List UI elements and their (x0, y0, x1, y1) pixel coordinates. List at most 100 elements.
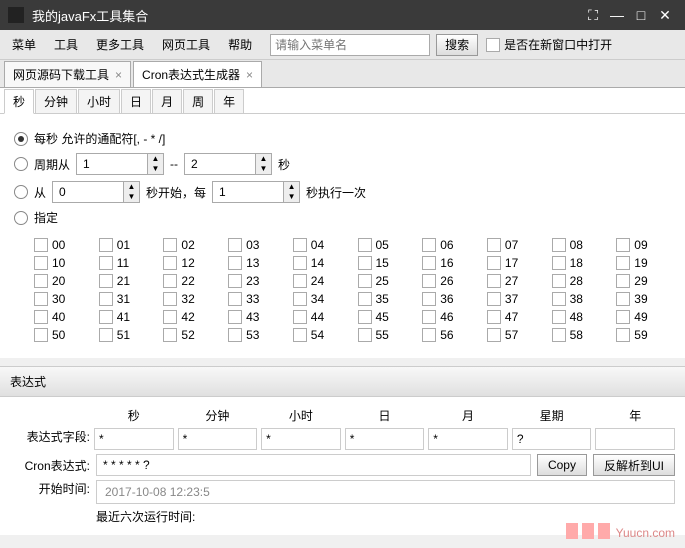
second-checkbox-18[interactable]: 18 (552, 256, 607, 270)
second-checkbox-07[interactable]: 07 (487, 238, 542, 252)
checkbox-icon[interactable] (358, 238, 372, 252)
subtab-week[interactable]: 周 (183, 89, 213, 113)
second-checkbox-17[interactable]: 17 (487, 256, 542, 270)
checkbox-icon[interactable] (34, 310, 48, 324)
checkbox-icon[interactable] (293, 328, 307, 342)
maximize-icon[interactable]: □ (629, 7, 653, 23)
cycle-to-spinner[interactable]: ▲▼ (184, 153, 272, 175)
second-checkbox-58[interactable]: 58 (552, 328, 607, 342)
newwindow-checkbox[interactable]: 是否在新窗口中打开 (486, 36, 612, 53)
second-checkbox-20[interactable]: 20 (34, 274, 89, 288)
checkbox-icon[interactable] (552, 238, 566, 252)
checkbox-icon[interactable] (228, 292, 242, 306)
checkbox-icon[interactable] (99, 310, 113, 324)
second-checkbox-19[interactable]: 19 (616, 256, 671, 270)
second-checkbox-28[interactable]: 28 (552, 274, 607, 288)
second-checkbox-45[interactable]: 45 (358, 310, 413, 324)
tab-close-icon[interactable]: × (115, 68, 122, 82)
menu-search-input[interactable] (270, 34, 430, 56)
interval-step-spinner[interactable]: ▲▼ (212, 181, 300, 203)
checkbox-icon[interactable] (163, 238, 177, 252)
down-icon[interactable]: ▼ (124, 192, 139, 202)
checkbox-icon[interactable] (358, 292, 372, 306)
up-icon[interactable]: ▲ (148, 154, 163, 164)
checkbox-icon[interactable] (358, 256, 372, 270)
second-checkbox-14[interactable]: 14 (293, 256, 348, 270)
checkbox-icon[interactable] (34, 328, 48, 342)
subtab-minute[interactable]: 分钟 (35, 89, 77, 113)
cron-expression-input[interactable] (96, 454, 531, 476)
checkbox-icon[interactable] (228, 274, 242, 288)
menu-item[interactable]: 网页工具 (154, 32, 218, 57)
menu-item[interactable]: 工具 (46, 32, 86, 57)
second-checkbox-02[interactable]: 02 (163, 238, 218, 252)
checkbox-icon[interactable] (552, 310, 566, 324)
second-checkbox-22[interactable]: 22 (163, 274, 218, 288)
checkbox-icon[interactable] (293, 310, 307, 324)
tab-download[interactable]: 网页源码下载工具 × (4, 61, 131, 87)
second-checkbox-27[interactable]: 27 (487, 274, 542, 288)
field-second[interactable] (94, 428, 174, 450)
second-checkbox-01[interactable]: 01 (99, 238, 154, 252)
second-checkbox-24[interactable]: 24 (293, 274, 348, 288)
subtab-day[interactable]: 日 (121, 89, 151, 113)
subtab-hour[interactable]: 小时 (78, 89, 120, 113)
checkbox-icon[interactable] (228, 328, 242, 342)
checkbox-icon[interactable] (616, 274, 630, 288)
second-checkbox-15[interactable]: 15 (358, 256, 413, 270)
subtab-second[interactable]: 秒 (4, 89, 34, 114)
radio-specify[interactable] (14, 211, 28, 225)
second-checkbox-00[interactable]: 00 (34, 238, 89, 252)
checkbox-icon[interactable] (616, 292, 630, 306)
second-checkbox-44[interactable]: 44 (293, 310, 348, 324)
second-checkbox-23[interactable]: 23 (228, 274, 283, 288)
checkbox-icon[interactable] (99, 274, 113, 288)
second-checkbox-47[interactable]: 47 (487, 310, 542, 324)
checkbox-icon[interactable] (487, 328, 501, 342)
checkbox-icon[interactable] (228, 256, 242, 270)
checkbox-icon[interactable] (487, 274, 501, 288)
second-checkbox-13[interactable]: 13 (228, 256, 283, 270)
checkbox-icon[interactable] (34, 256, 48, 270)
checkbox-icon[interactable] (358, 310, 372, 324)
menu-item[interactable]: 更多工具 (88, 32, 152, 57)
second-checkbox-21[interactable]: 21 (99, 274, 154, 288)
checkbox-icon[interactable] (293, 274, 307, 288)
checkbox-icon[interactable] (616, 328, 630, 342)
checkbox-icon[interactable] (616, 238, 630, 252)
checkbox-icon[interactable] (552, 292, 566, 306)
checkbox-icon[interactable] (163, 292, 177, 306)
expand-icon[interactable]: ⛶ (581, 7, 605, 24)
parse-button[interactable]: 反解析到UI (593, 454, 675, 476)
second-checkbox-55[interactable]: 55 (358, 328, 413, 342)
second-checkbox-16[interactable]: 16 (422, 256, 477, 270)
checkbox-icon[interactable] (34, 292, 48, 306)
second-checkbox-59[interactable]: 59 (616, 328, 671, 342)
second-checkbox-43[interactable]: 43 (228, 310, 283, 324)
field-hour[interactable] (261, 428, 341, 450)
close-icon[interactable]: ✕ (653, 7, 677, 24)
checkbox-icon[interactable] (228, 238, 242, 252)
checkbox-icon[interactable] (293, 256, 307, 270)
second-checkbox-30[interactable]: 30 (34, 292, 89, 306)
second-checkbox-41[interactable]: 41 (99, 310, 154, 324)
checkbox-icon[interactable] (99, 328, 113, 342)
second-checkbox-37[interactable]: 37 (487, 292, 542, 306)
second-checkbox-25[interactable]: 25 (358, 274, 413, 288)
checkbox-icon[interactable] (487, 256, 501, 270)
checkbox-icon[interactable] (552, 256, 566, 270)
second-checkbox-56[interactable]: 56 (422, 328, 477, 342)
second-checkbox-33[interactable]: 33 (228, 292, 283, 306)
checkbox-icon[interactable] (422, 274, 436, 288)
checkbox-icon[interactable] (422, 256, 436, 270)
checkbox-icon[interactable] (422, 292, 436, 306)
checkbox-icon[interactable] (163, 310, 177, 324)
second-checkbox-10[interactable]: 10 (34, 256, 89, 270)
field-month[interactable] (428, 428, 508, 450)
menu-item[interactable]: 菜单 (4, 32, 44, 57)
second-checkbox-03[interactable]: 03 (228, 238, 283, 252)
checkbox-icon[interactable] (487, 292, 501, 306)
checkbox-icon[interactable] (552, 328, 566, 342)
checkbox-icon[interactable] (99, 238, 113, 252)
second-checkbox-29[interactable]: 29 (616, 274, 671, 288)
